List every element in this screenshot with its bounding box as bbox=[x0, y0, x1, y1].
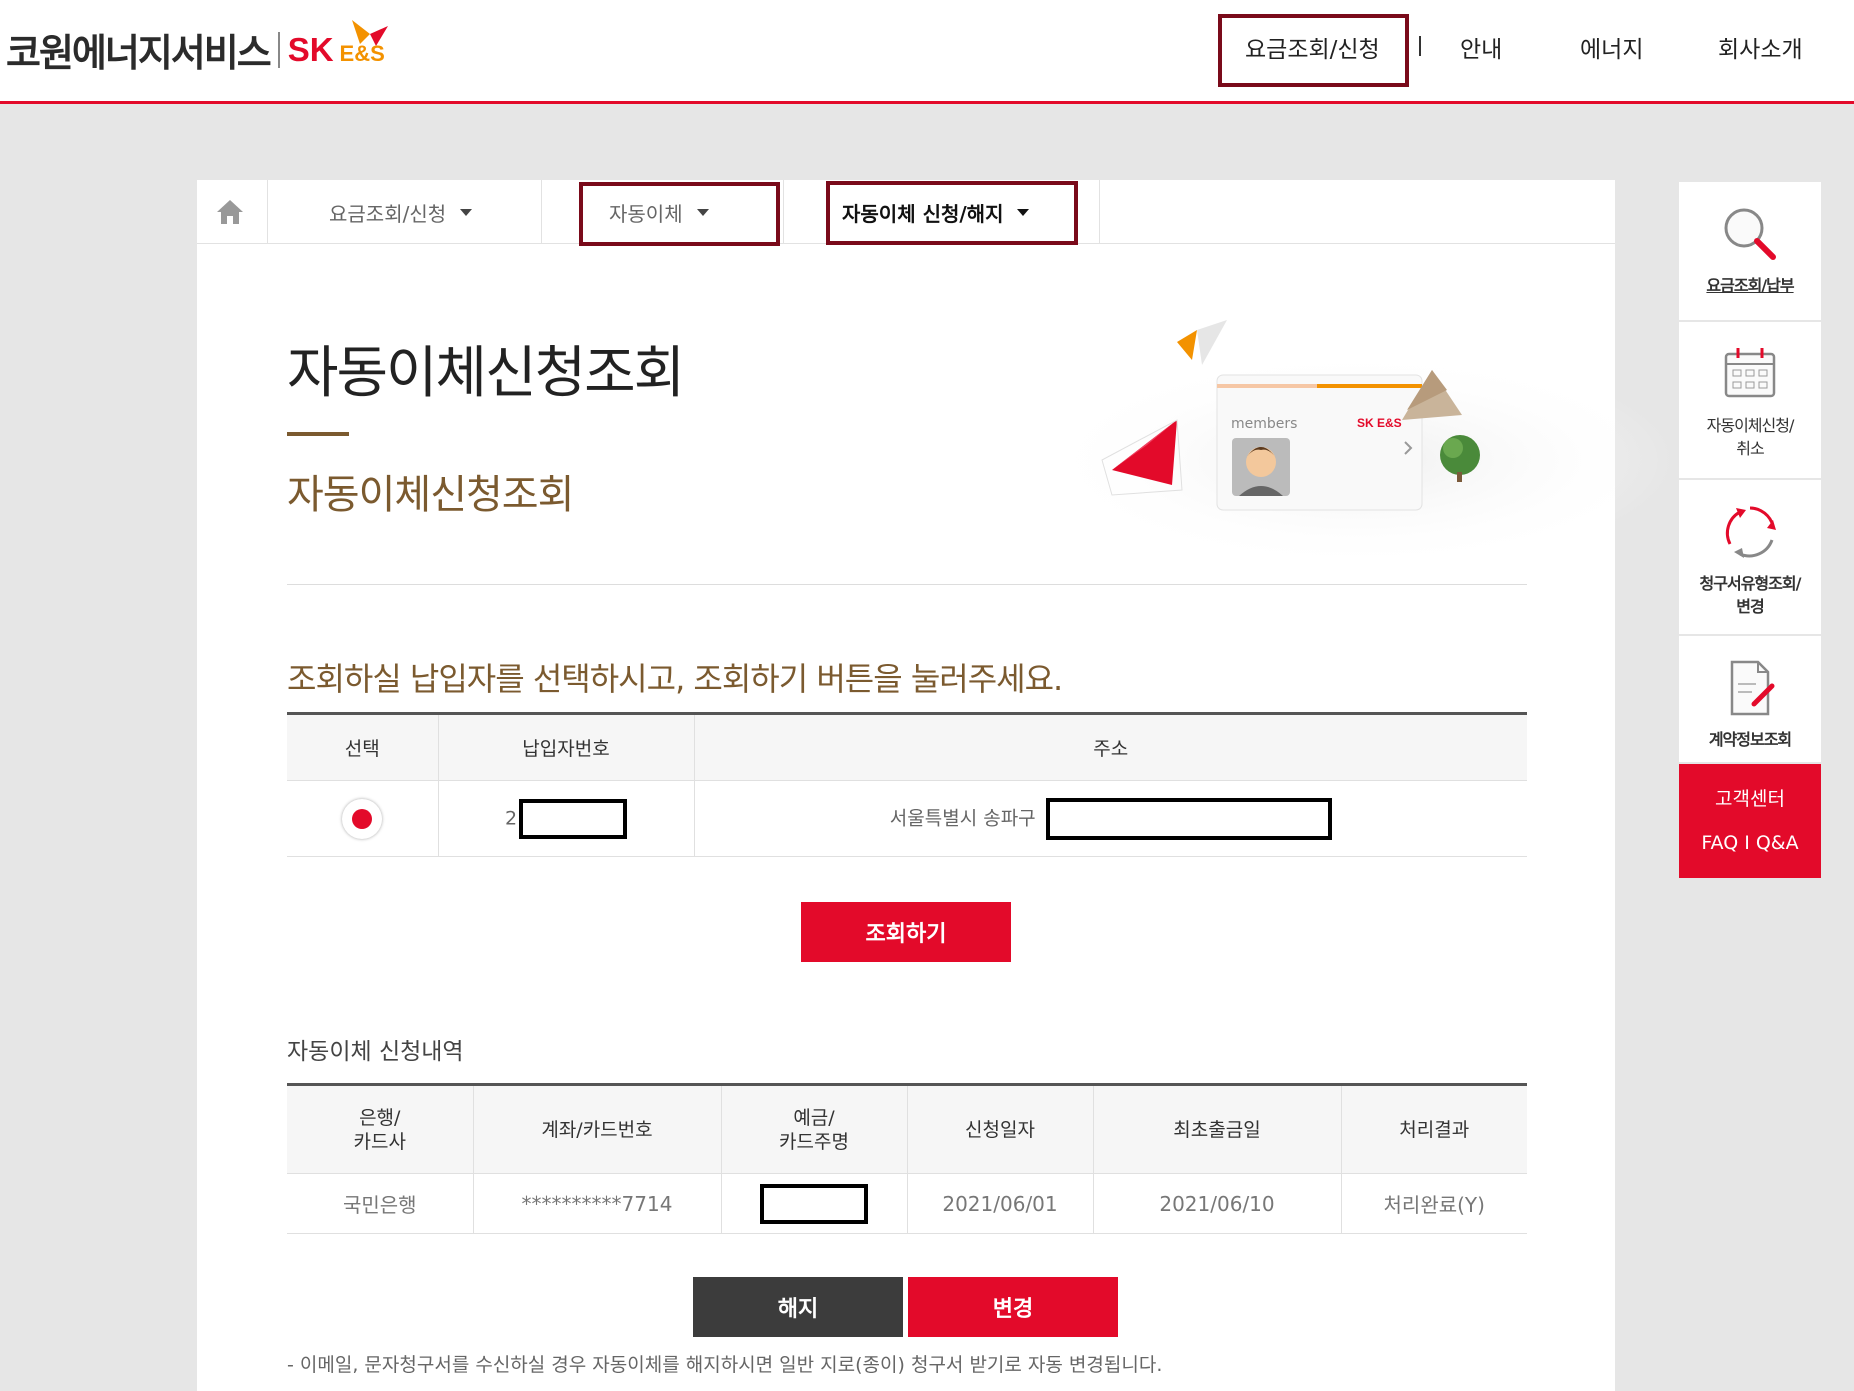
page-title: 자동이체신청조회 bbox=[287, 341, 685, 406]
hero-illustration: members SK E&S bbox=[1037, 320, 1677, 570]
payer-radio[interactable] bbox=[342, 798, 383, 839]
logo-text: 코원에너지서비스 bbox=[6, 31, 272, 75]
content-card: 요금조회/신청 자동이체 자동이체 신청/해지 자동이체신청조회 자동이체신청조… bbox=[197, 180, 1677, 1391]
col-bank: 은행/ 카드사 bbox=[287, 1084, 474, 1174]
nav-item-company[interactable]: 회사소개 bbox=[1718, 30, 1803, 64]
search-button[interactable]: 조회하기 bbox=[801, 902, 1011, 962]
card-members-label: members bbox=[1231, 416, 1297, 432]
quick-item-billing[interactable]: 요금조회/납부 bbox=[1679, 182, 1821, 322]
magnifier-icon bbox=[1724, 208, 1776, 260]
owner-cell bbox=[721, 1173, 908, 1234]
breadcrumb-divider bbox=[783, 180, 784, 244]
nav-divider bbox=[1419, 36, 1421, 56]
account-cell: **********7714 bbox=[473, 1173, 722, 1234]
quick-item-label: 자동이체신청/ 취소 bbox=[1706, 416, 1795, 458]
redaction-box bbox=[1045, 797, 1332, 840]
payer-table: 선택 납입자번호 주소 2 서울특별시 송파구 bbox=[287, 712, 1527, 857]
col-result: 처리결과 bbox=[1341, 1084, 1527, 1174]
quick-menu: 요금조회/납부 자동이체신청/ 취소 청구서유형조회/ 변경 계약정보조회 고객… bbox=[1679, 182, 1821, 878]
calendar-icon bbox=[1724, 348, 1776, 398]
title-accent-bar bbox=[287, 432, 349, 436]
redaction-box bbox=[519, 798, 628, 839]
home-icon[interactable] bbox=[215, 198, 245, 226]
breadcrumb-divider bbox=[541, 180, 542, 244]
document-pen-icon bbox=[1730, 660, 1775, 716]
customer-center-links[interactable]: FAQ I Q&A bbox=[1701, 821, 1798, 865]
col-owner: 예금/ 카드주명 bbox=[721, 1084, 908, 1174]
col-first-withdraw: 최초출금일 bbox=[1093, 1084, 1342, 1174]
es-logo-text: E&S bbox=[339, 40, 385, 66]
site-logo[interactable]: 코원에너지서비스 SK E&S bbox=[6, 20, 388, 77]
refresh-cycle-icon bbox=[1725, 506, 1776, 558]
sk-logo-text: SK bbox=[287, 30, 334, 68]
first-withdraw-cell: 2021/06/10 bbox=[1093, 1173, 1342, 1234]
col-account: 계좌/카드번호 bbox=[473, 1084, 722, 1174]
col-select: 선택 bbox=[287, 713, 439, 781]
history-title: 자동이체 신청내역 bbox=[287, 1039, 464, 1065]
col-apply-date: 신청일자 bbox=[907, 1084, 1094, 1174]
apply-date-cell: 2021/06/01 bbox=[907, 1173, 1094, 1234]
logo-divider bbox=[277, 31, 280, 68]
change-autopay-button[interactable]: 변경 bbox=[908, 1277, 1118, 1337]
customer-center[interactable]: 고객센터 FAQ I Q&A bbox=[1679, 764, 1821, 878]
quick-item-contract[interactable]: 계약정보조회 bbox=[1679, 636, 1821, 764]
breadcrumb-highlight-box bbox=[579, 182, 780, 246]
nav-item-guide[interactable]: 안내 bbox=[1460, 30, 1502, 64]
quick-item-label: 계약정보조회 bbox=[1708, 730, 1792, 749]
breadcrumb-divider bbox=[267, 180, 268, 244]
breadcrumb-highlight-box bbox=[826, 181, 1078, 245]
guide-text: 조회하실 납입자를 선택하시고, 조회하기 버튼을 눌러주세요. bbox=[287, 660, 1063, 698]
top-header: 코원에너지서비스 SK E&S 요금조회/신청 안내 에너지 회사소개 bbox=[0, 0, 1854, 104]
breadcrumb-level1[interactable]: 요금조회/신청 bbox=[329, 180, 473, 244]
nav-highlight-box bbox=[1218, 14, 1409, 87]
breadcrumb-divider bbox=[1099, 180, 1100, 244]
quick-item-bill-type[interactable]: 청구서유형조회/ 변경 bbox=[1679, 480, 1821, 636]
address-value: 서울특별시 송파구 bbox=[889, 807, 1036, 829]
breadcrumb-level1-label: 요금조회/신청 bbox=[329, 201, 447, 226]
address-cell: 서울특별시 송파구 bbox=[694, 780, 1527, 857]
breadcrumb: 요금조회/신청 자동이체 자동이체 신청/해지 bbox=[197, 180, 1615, 246]
bank-cell: 국민은행 bbox=[287, 1173, 474, 1234]
card-brand-label: SK E&S bbox=[1357, 416, 1402, 430]
section-divider bbox=[287, 584, 1527, 585]
caret-down-icon bbox=[460, 208, 473, 216]
payer-no-cell: 2 bbox=[438, 780, 695, 857]
nav-item-energy[interactable]: 에너지 bbox=[1580, 30, 1643, 64]
col-address: 주소 bbox=[694, 713, 1527, 781]
table-header-row: 선택 납입자번호 주소 bbox=[287, 713, 1527, 781]
customer-center-title[interactable]: 고객센터 bbox=[1715, 777, 1785, 821]
history-table: 은행/ 카드사 계좌/카드번호 예금/ 카드주명 신청일자 최초출금일 처리결과… bbox=[287, 1083, 1527, 1234]
table-row[interactable]: 2 서울특별시 송파구 bbox=[287, 780, 1527, 857]
page-subtitle: 자동이체신청조회 bbox=[287, 472, 574, 518]
redaction-box bbox=[760, 1183, 868, 1224]
quick-item-label: 요금조회/납부 bbox=[1706, 276, 1794, 295]
select-cell bbox=[287, 780, 439, 857]
payer-no-value: 2 bbox=[504, 807, 518, 829]
table-header-row: 은행/ 카드사 계좌/카드번호 예금/ 카드주명 신청일자 최초출금일 처리결과 bbox=[287, 1084, 1527, 1174]
notice-text: - 이메일, 문자청구서를 수신하실 경우 자동이체를 해지하시면 일반 지로(… bbox=[287, 1354, 1163, 1376]
quick-item-autopay[interactable]: 자동이체신청/ 취소 bbox=[1679, 322, 1821, 480]
membership-card: members SK E&S bbox=[1216, 374, 1423, 511]
col-payer-no: 납입자번호 bbox=[438, 713, 695, 781]
cancel-autopay-button[interactable]: 해지 bbox=[693, 1277, 903, 1337]
quick-item-label: 청구서유형조회/ 변경 bbox=[1699, 574, 1802, 616]
table-row: 국민은행 **********7714 2021/06/01 2021/06/1… bbox=[287, 1173, 1527, 1234]
result-cell: 처리완료(Y) bbox=[1341, 1173, 1527, 1234]
